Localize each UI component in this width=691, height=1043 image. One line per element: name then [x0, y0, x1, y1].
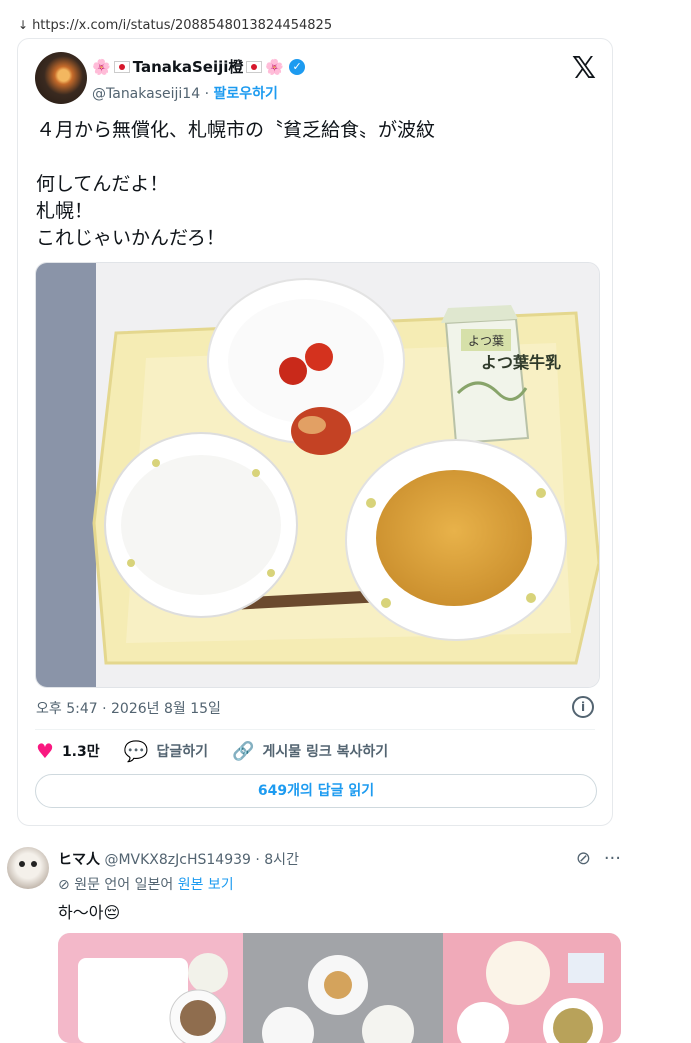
link-icon: 🔗 [232, 740, 255, 762]
x-logo-icon[interactable]: 𝕏 [572, 51, 596, 86]
school-lunch-photo: よつ葉 よつ葉牛乳 [36, 263, 599, 687]
translation-row: ⊘ 원문 언어 일본어 원본 보기 [58, 874, 234, 894]
miso-soup [376, 470, 532, 606]
tweet-timestamp[interactable]: 오후 5:47 · 2026년 8월 15일 [36, 698, 221, 718]
flower-emoji: 🌸 [265, 57, 285, 76]
author-name[interactable]: TanakaSeiji橙 [133, 56, 244, 77]
divider [35, 729, 595, 730]
separator: · [204, 86, 210, 102]
reply-button[interactable]: 💬 답글하기 [124, 739, 208, 763]
author-name-row[interactable]: 🌸 TanakaSeiji橙 🌸 ✓ [92, 56, 306, 77]
reply-header: ヒマ人 @MVKX8zJcHS14939 · 8시간 [58, 849, 299, 869]
reply-bubble-icon: 💬 [123, 739, 149, 763]
more-icon[interactable]: ··· [604, 848, 621, 869]
download-arrow-icon: ↓ [18, 18, 29, 32]
tweet-line [36, 144, 596, 171]
svg-text:よつ葉: よつ葉 [468, 334, 504, 348]
translate-text: 원문 언어 일본어 [74, 877, 174, 893]
info-icon[interactable]: i [572, 696, 594, 718]
tweet-photo[interactable]: よつ葉 よつ葉牛乳 [35, 262, 600, 688]
japan-flag-icon [246, 60, 263, 73]
flower-emoji: 🌸 [92, 57, 111, 76]
tweet-text: ４月から無償化、札幌市の〝貧乏給食〟が波紋 何してんだよ！ 札幌！ これじゃいか… [36, 117, 596, 252]
read-replies-button[interactable]: 649개의 답글 읽기 [35, 774, 597, 808]
url-text[interactable]: https://x.com/i/status/20885480138244548… [32, 18, 332, 33]
reply-author-handle[interactable]: @MVKX8zJcHS14939 [104, 852, 250, 868]
translate-icon: ⊘ [58, 877, 70, 893]
reply-lunch-collage [58, 933, 621, 1043]
svg-text:よつ葉牛乳: よつ葉牛乳 [481, 353, 561, 372]
reply-time[interactable]: · 8시간 [255, 852, 299, 868]
japan-flag-icon [113, 60, 130, 73]
tweet-line: これじゃいかんだろ！ [36, 227, 225, 249]
verified-badge-icon: ✓ [289, 58, 306, 75]
reply-photo[interactable] [58, 933, 621, 1043]
author-handle-row: @Tanakaseiji14 · 팔로우하기 [92, 83, 278, 103]
url-bar[interactable]: ↓ https://x.com/i/status/2088548013824454… [18, 18, 332, 33]
tweet-line: 何してんだよ！ [36, 173, 169, 195]
action-bar: ♥ 1.3만 💬 답글하기 🔗 게시물 링크 복사하기 [36, 739, 412, 763]
grok-icon[interactable]: ⊘ [576, 848, 591, 869]
follow-button[interactable]: 팔로우하기 [213, 86, 277, 102]
like-button[interactable]: ♥ 1.3만 [36, 739, 100, 763]
like-count: 1.3만 [61, 744, 100, 760]
copy-link-button[interactable]: 🔗 게시물 링크 복사하기 [232, 741, 388, 762]
reply-author-name[interactable]: ヒマ人 [58, 852, 100, 868]
heart-icon: ♥ [36, 739, 54, 763]
reply-label: 답글하기 [156, 744, 209, 760]
copy-link-label: 게시물 링크 복사하기 [262, 744, 389, 760]
tweet-line: 札幌！ [36, 200, 94, 222]
author-handle[interactable]: @Tanakaseiji14 [92, 86, 200, 102]
reply-text: 하〜아😔 [58, 903, 121, 922]
view-original-link[interactable]: 원본 보기 [178, 877, 234, 893]
tweet-line: ４月から無償化、札幌市の〝貧乏給食〟が波紋 [36, 119, 436, 141]
tweet-card: 🌸 TanakaSeiji橙 🌸 ✓ @Tanakaseiji14 · 팔로우하… [17, 38, 613, 826]
reply-avatar[interactable] [7, 847, 49, 889]
author-avatar[interactable] [35, 52, 87, 104]
